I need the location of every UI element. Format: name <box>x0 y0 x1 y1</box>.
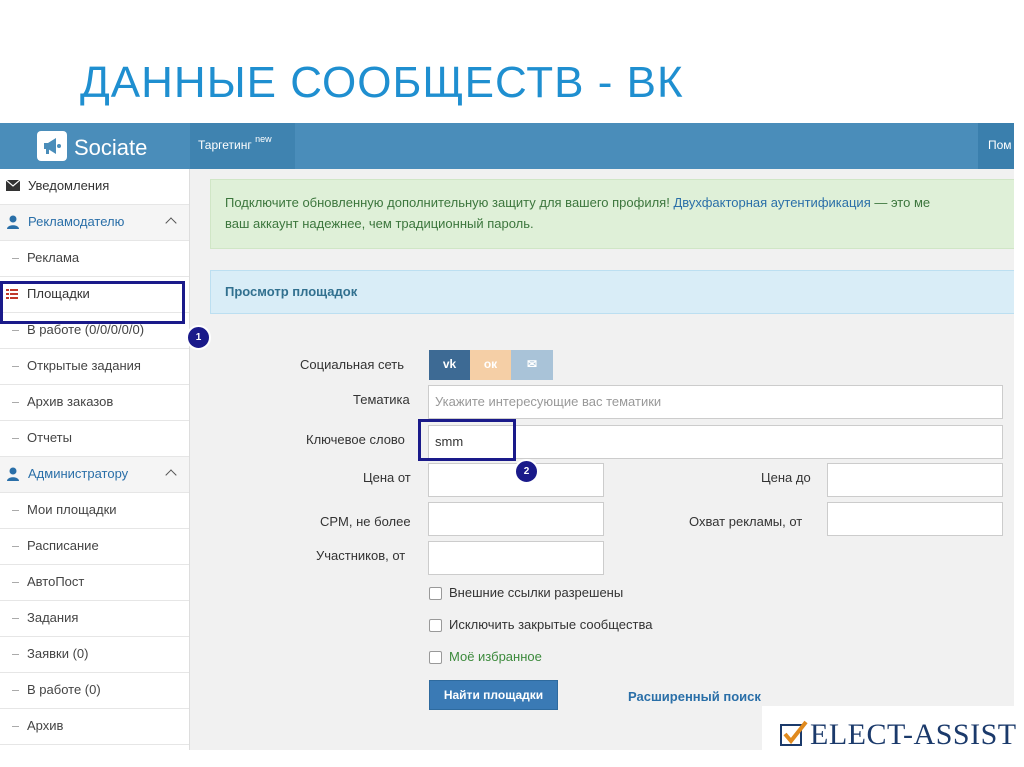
nav-targeting-label: Таргетинг <box>198 138 252 152</box>
callout-highlight-keyword <box>418 419 516 461</box>
favorites-label: Моё избранное <box>449 649 542 664</box>
mail-button[interactable]: ✉ <box>511 350 553 380</box>
price-from-label: Цена от <box>363 470 411 485</box>
external-links-checkbox[interactable] <box>429 587 442 600</box>
sidebar-item-label: Архив заказов <box>27 394 114 409</box>
topic-placeholder: Укажите интересующие вас тематики <box>435 394 662 409</box>
sidebar-item-reports[interactable]: Отчеты <box>0 421 189 457</box>
sidebar-item-label: Реклама <box>27 250 80 265</box>
cpm-input[interactable] <box>428 502 604 536</box>
nav-targeting[interactable]: Таргетинг new <box>190 123 295 169</box>
chevron-up-icon[interactable] <box>165 217 177 229</box>
user-icon <box>6 467 20 484</box>
reach-input[interactable] <box>827 502 1003 536</box>
reach-label: Охват рекламы, от <box>689 514 803 529</box>
nav-help[interactable]: Пом <box>978 123 1014 169</box>
advanced-search-link[interactable]: Расширенный поиск <box>628 689 761 704</box>
watermark-text: ELECT-ASSIST <box>810 718 1017 751</box>
sidebar-item-label: Открытые задания <box>27 358 141 373</box>
vk-icon: vk <box>442 357 457 371</box>
members-label: Участников, от <box>316 548 406 563</box>
external-links-label: Внешние ссылки разрешены <box>449 585 624 600</box>
exclude-closed-checkbox[interactable] <box>429 619 442 632</box>
odnoklassniki-icon: ок <box>483 357 498 371</box>
social-network-label: Социальная сеть <box>300 357 404 372</box>
user-icon <box>6 215 20 232</box>
sidebar-item-label: Заявки (0) <box>27 646 89 661</box>
alert-text: Подключите обновленную дополнительную за… <box>225 195 674 210</box>
nav-help-label: Пом <box>988 138 1012 152</box>
exclude-closed-label: Исключить закрытые сообщества <box>449 617 653 632</box>
mail-icon: ✉ <box>526 357 538 371</box>
sidebar-item-label: Расписание <box>27 538 99 553</box>
find-platforms-label: Найти площадки <box>443 688 544 702</box>
sidebar-item-label: Задания <box>27 610 79 625</box>
sidebar-item-my-platforms[interactable]: Мои площадки <box>0 493 189 529</box>
sidebar-section-advertiser[interactable]: Рекламодателю <box>0 205 189 241</box>
panel-header: Просмотр площадок <box>210 270 1014 314</box>
odnoklassniki-button[interactable]: ок <box>470 350 511 380</box>
vk-button[interactable]: vk <box>429 350 470 380</box>
top-bar: Sociate Таргетинг new Пом <box>0 123 1014 169</box>
callout-badge-2: 2 <box>514 459 539 484</box>
callout-highlight-platforms <box>0 281 185 324</box>
new-badge: new <box>255 134 272 144</box>
sidebar-item-schedule[interactable]: Расписание <box>0 529 189 565</box>
brand[interactable]: Sociate <box>0 123 190 169</box>
alert-text: ваш аккаунт надежнее, чем традиционный п… <box>225 216 534 231</box>
sidebar-item-archive[interactable]: Архив <box>0 709 189 745</box>
price-to-label: Цена до <box>761 470 811 485</box>
topic-input[interactable]: Укажите интересующие вас тематики <box>428 385 1003 419</box>
megaphone-icon <box>37 131 67 161</box>
sidebar-item-label: АвтоПост <box>27 574 85 589</box>
sidebar-item-notifications[interactable]: Уведомления <box>0 169 189 205</box>
sidebar: Уведомления Рекламодателю Реклама Площад… <box>0 169 190 750</box>
panel-title: Просмотр площадок <box>225 284 358 299</box>
topic-label: Тематика <box>353 392 410 407</box>
sidebar-item-label: Архив <box>27 718 64 733</box>
sidebar-item-orders-archive[interactable]: Архив заказов <box>0 385 189 421</box>
keyword-label: Ключевое слово <box>306 432 405 447</box>
cpm-label: CPM, не более <box>320 514 411 529</box>
favorites-checkbox[interactable] <box>429 651 442 664</box>
slide-title: ДАННЫЕ СООБЩЕСТВ - ВК <box>80 58 684 107</box>
sidebar-item-label: Отчеты <box>27 430 72 445</box>
price-to-input[interactable] <box>827 463 1003 497</box>
sidebar-item-ads[interactable]: Реклама <box>0 241 189 277</box>
sidebar-section-label: Рекламодателю <box>28 214 125 229</box>
sidebar-item-admin-in-progress[interactable]: В работе (0) <box>0 673 189 709</box>
sidebar-item-label: В работе (0/0/0/0/0) <box>27 322 145 337</box>
sidebar-item-label: Уведомления <box>28 178 110 193</box>
chevron-up-icon[interactable] <box>165 469 177 481</box>
sidebar-section-label: Администратору <box>28 466 129 481</box>
elect-assist-logo: ELECT-ASSIST <box>762 706 1024 764</box>
sidebar-item-label: Мои площадки <box>27 502 117 517</box>
checkmark-icon <box>780 720 808 753</box>
sidebar-item-autopost[interactable]: АвтоПост <box>0 565 189 601</box>
security-alert: Подключите обновленную дополнительную за… <box>210 179 1014 249</box>
envelope-icon <box>5 179 21 194</box>
members-input[interactable] <box>428 541 604 575</box>
callout-badge-1: 1 <box>186 325 211 350</box>
sidebar-section-admin[interactable]: Администратору <box>0 457 189 493</box>
sidebar-item-requests[interactable]: Заявки (0) <box>0 637 189 673</box>
sidebar-item-label: В работе (0) <box>27 682 101 697</box>
sidebar-item-open-tasks[interactable]: Открытые задания <box>0 349 189 385</box>
alert-text: — это ме <box>870 195 931 210</box>
sidebar-item-tasks[interactable]: Задания <box>0 601 189 637</box>
find-platforms-button[interactable]: Найти площадки <box>429 680 558 710</box>
two-factor-link[interactable]: Двухфакторная аутентификация <box>673 195 870 210</box>
app-name: Sociate <box>74 135 148 160</box>
